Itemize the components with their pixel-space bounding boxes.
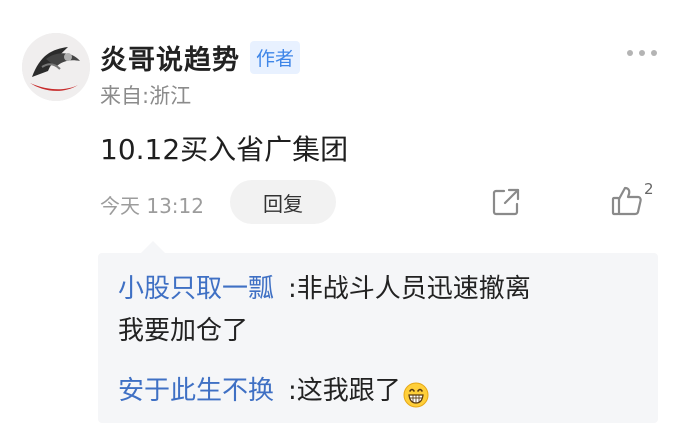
- author-badge: 作者: [250, 41, 301, 74]
- reply-text: 这我跟了: [296, 376, 401, 406]
- author-row: 炎哥说趋势 作者: [100, 38, 301, 77]
- reply-box-pointer: [141, 241, 165, 253]
- reply-button[interactable]: 回复: [230, 180, 336, 224]
- share-icon[interactable]: [490, 186, 522, 218]
- reply-user[interactable]: 小股只取一瓢: [118, 274, 274, 304]
- reply-text: 非战斗人员迅速撤离: [296, 274, 531, 304]
- more-dot: [627, 50, 633, 56]
- author-name[interactable]: 炎哥说趋势: [100, 38, 240, 77]
- reply-item[interactable]: 安于此生不换:这我跟了: [118, 370, 643, 412]
- avatar[interactable]: [22, 33, 90, 101]
- location-label: 来自:浙江: [100, 84, 192, 108]
- grinning-face-icon: [403, 379, 429, 407]
- reply-colon: :: [288, 376, 297, 406]
- post-content: 10.12买入省广集团: [100, 133, 349, 166]
- like-count: 2: [644, 180, 654, 198]
- more-dots-icon[interactable]: [627, 50, 657, 56]
- reply-item[interactable]: 小股只取一瓢:非战斗人员迅速撤离 我要加仓了: [118, 268, 643, 352]
- reply-user[interactable]: 安于此生不换: [118, 376, 274, 406]
- thumbs-up-icon[interactable]: [610, 184, 644, 218]
- reply-text: 我要加仓了: [118, 316, 249, 346]
- post-timestamp: 今天 13:12: [100, 194, 204, 218]
- more-dot: [651, 50, 657, 56]
- more-dot: [639, 50, 645, 56]
- reply-colon: :: [288, 274, 297, 304]
